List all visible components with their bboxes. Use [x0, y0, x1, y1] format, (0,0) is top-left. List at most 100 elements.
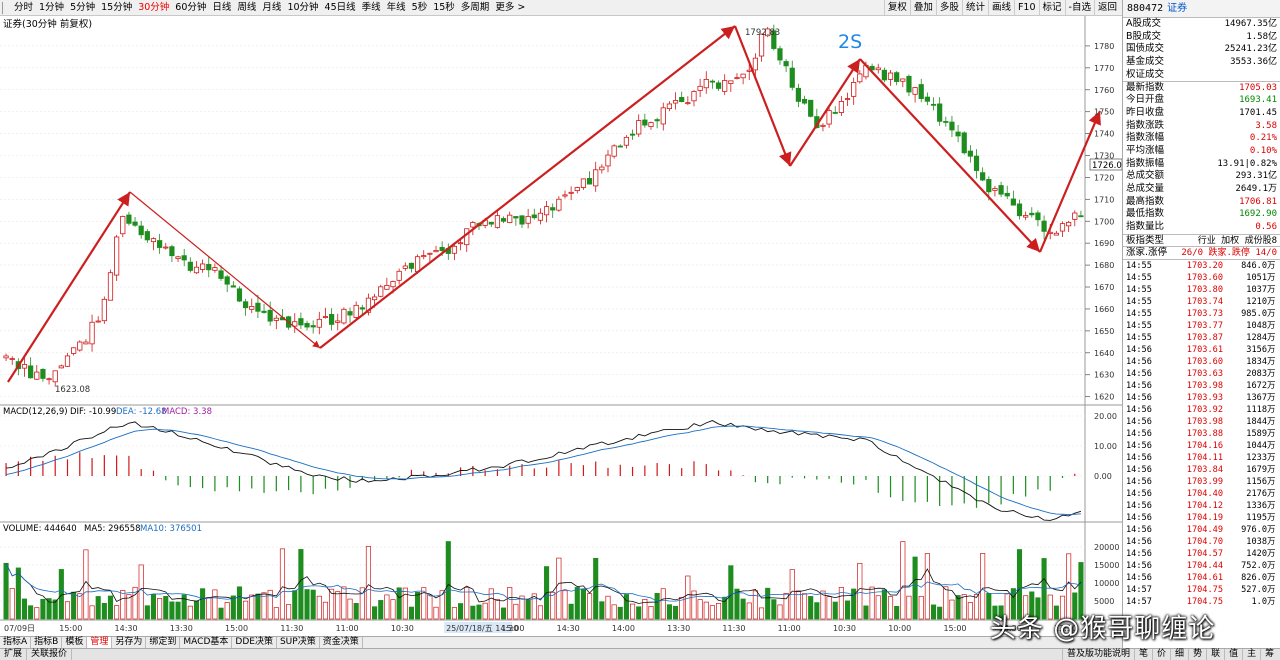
period-tab-8[interactable]: 月线	[259, 0, 284, 15]
period-tab-3[interactable]: 15分钟	[98, 0, 135, 15]
indicator-tab-2[interactable]: 模板	[62, 637, 88, 648]
time-axis-label: 11:00	[778, 624, 801, 633]
status-right-item-2[interactable]: 价	[1152, 649, 1170, 660]
indicator-tab-7[interactable]: DDE决策	[232, 637, 277, 648]
status-right-item-3[interactable]: 细	[1170, 649, 1188, 660]
quote-row: B股成交 1.58亿	[1123, 31, 1280, 44]
status-left-item-0[interactable]: 扩展	[0, 649, 28, 660]
toolbar-button-7[interactable]: -自选	[1064, 0, 1094, 15]
candle-body	[1023, 215, 1029, 218]
volume-bar	[212, 589, 218, 620]
candle-body	[95, 320, 101, 323]
quote-row: 昨日收盘 1701.45	[1123, 107, 1280, 120]
indicator-tab-8[interactable]: SUP决策	[277, 637, 320, 648]
quote-value: 13.91|0.82%	[1217, 158, 1277, 169]
period-tab-14[interactable]: 15秒	[430, 0, 458, 15]
volume-bar	[482, 602, 488, 620]
toolbar-button-3[interactable]: 统计	[961, 0, 988, 15]
indicator-tab-9[interactable]: 资金决策	[320, 637, 363, 648]
index-code: 880472	[1127, 3, 1164, 14]
kline-chart[interactable]: 1780177017601750174017301720171017001690…	[0, 16, 1123, 636]
volume-bar	[801, 593, 808, 620]
period-tab-15[interactable]: 多周期	[458, 0, 493, 15]
status-right-item-1[interactable]: 笔	[1134, 649, 1152, 660]
quote-row: 总成交量 2649.1万	[1123, 183, 1280, 196]
period-tab-16[interactable]: 更多 >	[492, 0, 528, 15]
period-tab-1[interactable]: 1分钟	[36, 0, 67, 15]
indicator-tab-6[interactable]: MACD基本	[180, 637, 233, 648]
period-tab-7[interactable]: 周线	[234, 0, 259, 15]
price-tick-label: 1670	[1094, 283, 1114, 292]
candle-body	[163, 246, 169, 249]
volume-bar	[715, 603, 722, 620]
trade-volume: 985.0	[1241, 309, 1267, 320]
candle-body	[249, 306, 255, 310]
period-tab-4[interactable]: 30分钟	[135, 0, 172, 15]
candle-body	[396, 270, 402, 281]
status-right-item-5[interactable]: 联	[1206, 649, 1224, 660]
trade-volume: 1336	[1246, 501, 1267, 512]
status-right-item-6[interactable]: 值	[1224, 649, 1242, 660]
trade-row: 14:56 1704.70 1038 万	[1123, 536, 1280, 548]
period-tab-5[interactable]: 60分钟	[172, 0, 209, 15]
toolbar-button-4[interactable]: 画线	[987, 0, 1014, 15]
status-right-item-8[interactable]: 筹	[1260, 649, 1278, 660]
period-tab-10[interactable]: 45日线	[322, 0, 359, 15]
price-tick-label: 1690	[1094, 239, 1114, 248]
quote-label: 板指类型	[1126, 234, 1165, 246]
candle-body	[937, 103, 943, 122]
tick-trades[interactable]: 14:55 1703.20 846.0 万 14:55 1703.60 1051 万 14:55…	[1123, 259, 1280, 608]
toolbar-button-5[interactable]: F10	[1013, 0, 1039, 15]
trade-unit: 万	[1267, 585, 1276, 596]
candle-body	[801, 98, 808, 104]
trade-time: 14:56	[1126, 537, 1152, 548]
toolbar-button-8[interactable]: 返回	[1093, 0, 1120, 15]
indicator-tab-1[interactable]: 指标B	[31, 637, 63, 648]
volume-bar	[709, 605, 715, 620]
volume-bar	[224, 602, 230, 620]
status-right-item-0[interactable]: 普及版功能说明	[1062, 649, 1134, 660]
candle-body	[433, 250, 439, 253]
candle-body	[666, 103, 673, 110]
volume-bar	[937, 606, 943, 620]
candle-body	[1035, 212, 1041, 221]
macd-label: MACD(12,26,9)	[3, 407, 68, 417]
candle-body	[267, 309, 273, 322]
candle-body	[224, 276, 230, 285]
candle-body	[519, 215, 525, 225]
volume-bar	[814, 602, 820, 620]
price-tick-label: 1750	[1094, 108, 1114, 117]
trade-price: 1703.61	[1186, 345, 1223, 356]
trade-unit: 万	[1267, 549, 1276, 560]
status-right-item-7[interactable]: 主	[1242, 649, 1260, 660]
indicator-tab-3[interactable]: 管理	[87, 637, 113, 648]
toolbar-button-2[interactable]: 多股	[935, 0, 962, 15]
period-tab-0[interactable]: 分时	[11, 0, 36, 15]
status-left-item-1[interactable]: 关联报价	[27, 649, 73, 660]
period-tab-11[interactable]: 季线	[359, 0, 384, 15]
volume-bar	[740, 598, 746, 620]
indicator-tab-4[interactable]: 另存为	[112, 637, 147, 648]
status-right-item-4[interactable]: 势	[1188, 649, 1206, 660]
quote-row: 国债成交 25241.23亿	[1123, 43, 1280, 56]
period-tab-12[interactable]: 年线	[384, 0, 409, 15]
time-axis-label: 15:00	[501, 624, 524, 633]
period-tab-2[interactable]: 5分钟	[67, 0, 98, 15]
toolbar-button-0[interactable]: 复权	[883, 0, 910, 15]
candle-body	[783, 61, 789, 67]
quote-row: 最低指数 1692.90	[1123, 208, 1280, 221]
indicator-tab-5[interactable]: 绑定到	[146, 637, 181, 648]
trade-row: 14:56 1704.11 1233 万	[1123, 452, 1280, 464]
period-tab-13[interactable]: 5秒	[409, 0, 431, 15]
kline-chart-area[interactable]: 1780 1770 1760 1750 1740 1730 1720 1710 1700 1690…	[0, 16, 1123, 636]
price-tick-label: 1740	[1094, 130, 1114, 139]
volume-bar	[758, 607, 765, 620]
indicator-tab-0[interactable]: 指标A	[0, 637, 32, 648]
price-tick-label: 1630	[1094, 371, 1114, 380]
toolbar-button-6[interactable]: 标记	[1038, 0, 1065, 15]
toolbar-button-1[interactable]: 叠加	[909, 0, 936, 15]
volume-bar	[961, 594, 967, 620]
period-tab-6[interactable]: 日线	[209, 0, 234, 15]
trade-row: 14:56 1704.57 1420 万	[1123, 548, 1280, 560]
period-tab-9[interactable]: 10分钟	[284, 0, 321, 15]
